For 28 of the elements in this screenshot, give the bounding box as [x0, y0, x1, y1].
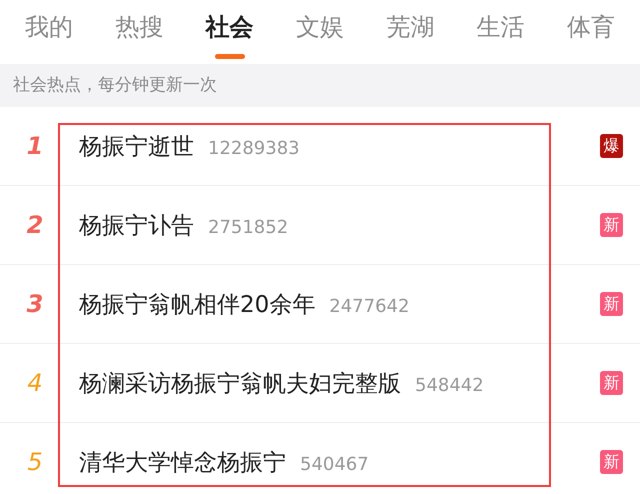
hot-search-item[interactable]: 1 杨振宁逝世 12289383 爆 [0, 107, 640, 186]
heat-count: 540467 [300, 454, 369, 474]
rank-number: 5 [26, 448, 44, 476]
topic-title: 杨振宁讣告 [79, 212, 194, 240]
new-badge: 新 [600, 371, 623, 395]
rank-number: 3 [26, 290, 44, 318]
hot-badge: 爆 [600, 134, 623, 158]
topic-title: 杨澜采访杨振宁翁帆夫妇完整版 [79, 370, 401, 398]
hot-search-item[interactable]: 5 清华大学悼念杨振宁 540467 新 [0, 423, 640, 494]
heat-count: 2477642 [329, 296, 410, 316]
heat-count: 12289383 [208, 138, 300, 158]
hot-search-item[interactable]: 4 杨澜采访杨振宁翁帆夫妇完整版 548442 新 [0, 344, 640, 423]
topic-title: 杨振宁翁帆相伴20余年 [79, 290, 316, 320]
topic-title: 清华大学悼念杨振宁 [79, 448, 286, 478]
heat-count: 548442 [415, 374, 484, 396]
hot-search-item[interactable]: 3 杨振宁翁帆相伴20余年 2477642 新 [0, 265, 640, 344]
tab-indicator [214, 54, 245, 59]
rank-number: 4 [26, 369, 44, 397]
new-badge: 新 [600, 213, 623, 237]
hot-search-item[interactable]: 2 杨振宁讣告 2751852 新 [0, 186, 640, 265]
rank-number: 2 [26, 211, 44, 239]
new-badge: 新 [600, 450, 623, 474]
rank-number: 1 [26, 132, 44, 160]
tab[interactable]: 社会 [184, 0, 275, 64]
new-badge: 新 [600, 292, 623, 316]
notice-text: 社会热点，每分钟更新一次 [13, 75, 217, 95]
heat-count: 2751852 [208, 216, 288, 238]
topic-title: 杨振宁逝世 [79, 132, 194, 162]
